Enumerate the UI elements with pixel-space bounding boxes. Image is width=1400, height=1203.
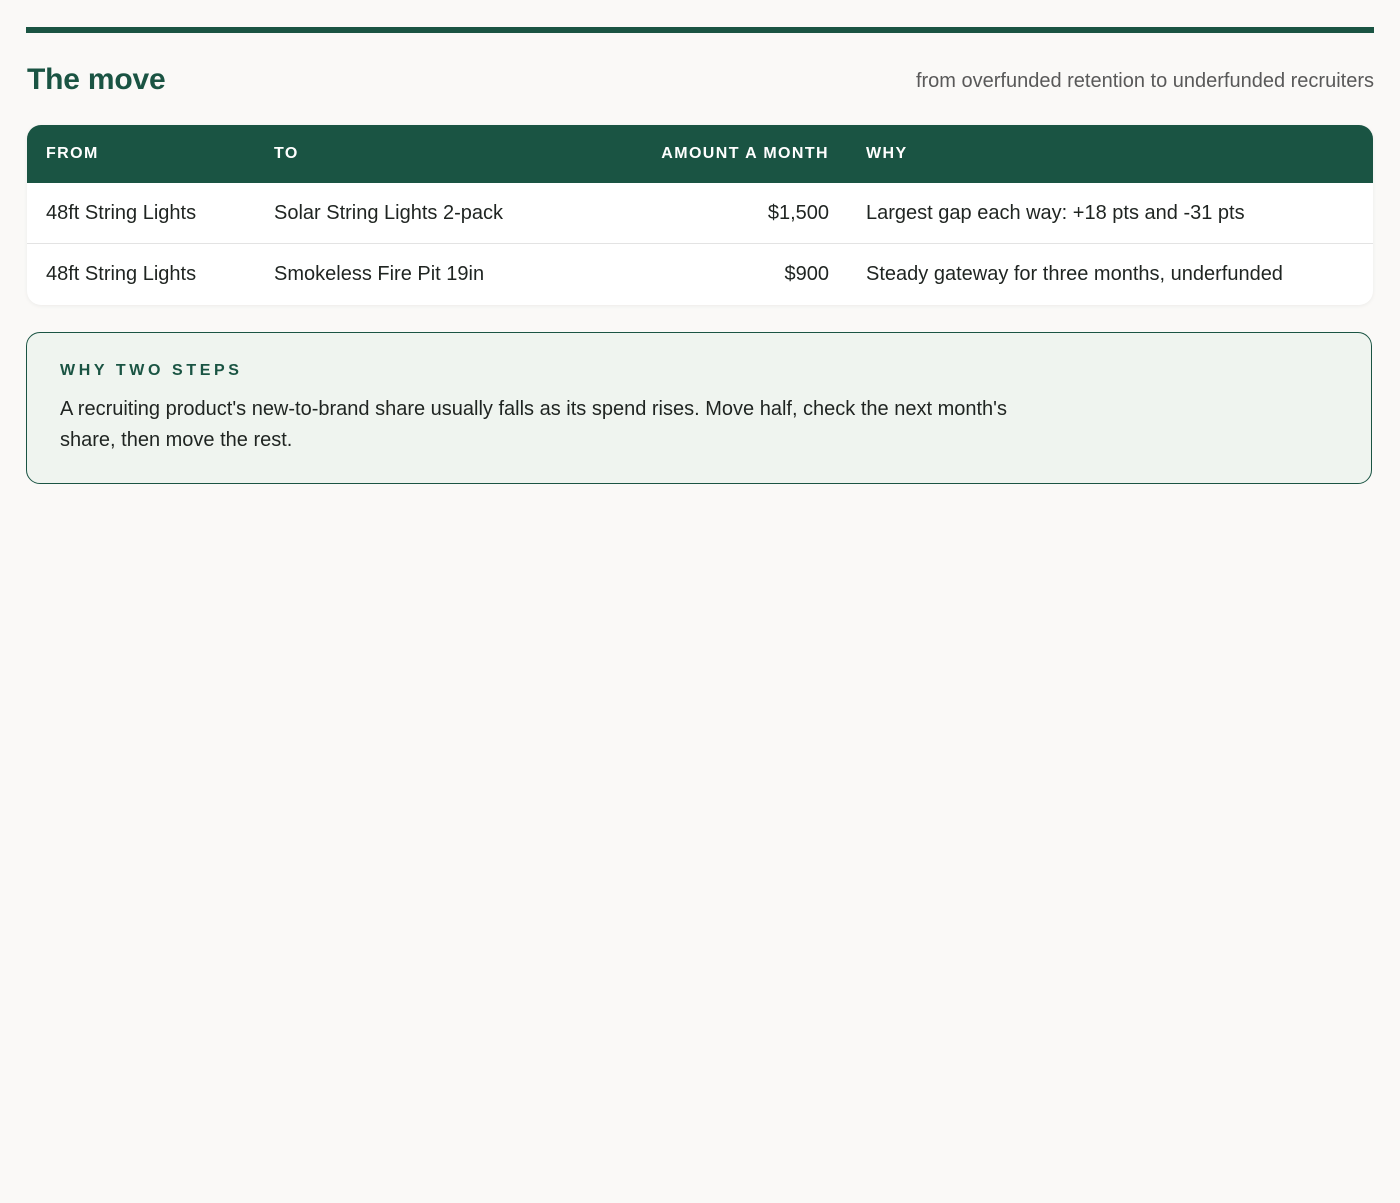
- table-row: 48ft String Lights Smokeless Fire Pit 19…: [27, 243, 1373, 305]
- column-header-from: From: [46, 145, 99, 162]
- cell-why: Largest gap each way: +18 pts and -31 pt…: [866, 201, 1245, 224]
- column-header-to: To: [274, 145, 299, 162]
- top-rule: [26, 27, 1374, 33]
- table-header: From To Amount a month Why: [27, 125, 1373, 183]
- callout-label: Why two steps: [60, 362, 243, 379]
- callout-body: A recruiting product's new-to-brand shar…: [60, 398, 1007, 451]
- column-header-why: Why: [866, 145, 908, 162]
- callout-note: Why two steps A recruiting product's new…: [26, 332, 1372, 484]
- header: The move from overfunded retention to un…: [27, 58, 1374, 102]
- table-row: 48ft String Lights Solar String Lights 2…: [27, 183, 1373, 243]
- cell-amount: $1,500: [767, 201, 829, 224]
- cell-from: 48ft String Lights: [46, 201, 197, 224]
- move-table: From To Amount a month Why 48ft String L…: [27, 125, 1373, 305]
- cell-to: Smokeless Fire Pit 19in: [274, 263, 485, 285]
- cell-amount: $900: [784, 263, 830, 285]
- page-title: The move: [27, 63, 166, 96]
- cell-from: 48ft String Lights: [46, 263, 197, 285]
- page-subtitle: from overfunded retention to underfunded…: [915, 69, 1374, 92]
- column-header-amount: Amount a month: [661, 145, 829, 162]
- cell-why: Steady gateway for three months, underfu…: [866, 263, 1283, 285]
- page: The move from overfunded retention to un…: [0, 0, 1400, 1203]
- cell-to: Solar String Lights 2-pack: [274, 201, 504, 224]
